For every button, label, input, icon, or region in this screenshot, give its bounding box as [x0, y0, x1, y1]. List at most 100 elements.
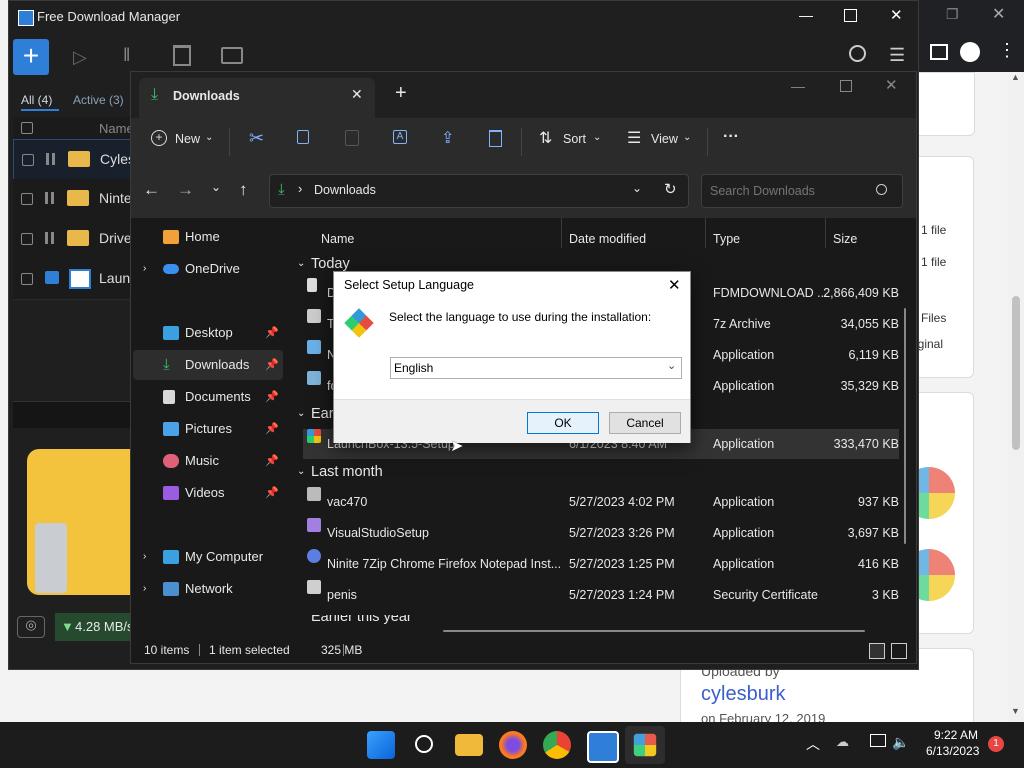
- cut-icon[interactable]: ✂: [249, 128, 264, 149]
- vertical-scrollbar[interactable]: [904, 308, 906, 544]
- scrollbar-thumb[interactable]: [1012, 296, 1020, 450]
- tab-downloads[interactable]: ⤓ Downloads ✕: [139, 78, 375, 118]
- column-size[interactable]: Size: [833, 232, 857, 246]
- volume-icon[interactable]: 🔈: [892, 734, 909, 751]
- sort-button[interactable]: Sort: [563, 132, 586, 146]
- forward-icon[interactable]: →: [177, 180, 194, 200]
- file-row[interactable]: Ninite 7Zip Chrome Firefox Notepad Inst.…: [303, 549, 899, 579]
- new-tab-icon[interactable]: +: [395, 82, 407, 105]
- group-header-last-month[interactable]: Last month: [311, 464, 383, 480]
- nav-item-onedrive[interactable]: › OneDrive: [133, 254, 283, 284]
- collapse-chevron-icon[interactable]: ⌄: [297, 258, 305, 269]
- close-icon[interactable]: ✕: [668, 276, 681, 294]
- pin-icon[interactable]: 📌: [265, 382, 279, 412]
- add-download-button[interactable]: +: [13, 39, 49, 75]
- group-header-earlier-year[interactable]: Earlier this year: [311, 615, 412, 625]
- view-button[interactable]: View: [651, 132, 678, 146]
- tiles-view-icon[interactable]: [891, 643, 907, 659]
- row-checkbox[interactable]: [21, 193, 33, 205]
- speed-mode-icon[interactable]: ◎: [17, 616, 45, 638]
- move-icon[interactable]: [221, 47, 243, 64]
- notification-badge[interactable]: 1: [988, 736, 1004, 752]
- search-box[interactable]: [701, 174, 903, 208]
- file-row[interactable]: VisualStudioSetup 5/27/2023 3:26 PM Appl…: [303, 518, 899, 548]
- ok-button[interactable]: OK: [527, 412, 599, 434]
- pin-icon[interactable]: 📌: [265, 318, 279, 348]
- chrome-icon[interactable]: [543, 731, 571, 759]
- address-bar[interactable]: ⤓ › Downloads ⌄ ↻: [269, 174, 689, 208]
- recent-chevron-icon[interactable]: ⌄: [211, 180, 221, 194]
- expand-chevron-icon[interactable]: ›: [143, 574, 146, 604]
- pin-icon[interactable]: 📌: [265, 478, 279, 508]
- nav-item-mycomputer[interactable]: › My Computer: [133, 542, 283, 572]
- search-icon[interactable]: [876, 184, 887, 195]
- start-windows-icon[interactable]: [367, 731, 395, 759]
- nav-item-pictures[interactable]: Pictures 📌: [133, 414, 283, 444]
- menu-icon[interactable]: ☰: [889, 45, 905, 66]
- download-row[interactable]: Ninte: [13, 179, 135, 220]
- pause-icon[interactable]: [45, 192, 48, 204]
- collapse-chevron-icon[interactable]: ⌄: [297, 408, 305, 419]
- maximize-icon[interactable]: [840, 80, 852, 92]
- column-name[interactable]: Name: [321, 232, 354, 246]
- breadcrumb[interactable]: Downloads: [314, 183, 376, 197]
- clock-date[interactable]: 6/13/2023: [926, 744, 979, 758]
- nav-item-downloads[interactable]: ⤓ Downloads 📌: [133, 350, 283, 380]
- rename-icon[interactable]: A: [393, 130, 407, 144]
- delete-icon[interactable]: [489, 130, 502, 147]
- search-icon[interactable]: [411, 731, 439, 759]
- back-icon[interactable]: ←: [143, 180, 160, 200]
- nav-item-desktop[interactable]: Desktop 📌: [133, 318, 283, 348]
- search-input[interactable]: [708, 180, 872, 202]
- column-name[interactable]: Name: [99, 121, 134, 136]
- collapse-chevron-icon[interactable]: ⌄: [297, 466, 305, 477]
- tray-overflow-icon[interactable]: ︿: [806, 734, 820, 754]
- close-icon[interactable]: ✕: [885, 76, 898, 94]
- column-date[interactable]: Date modified: [569, 232, 646, 246]
- row-checkbox[interactable]: [21, 233, 33, 245]
- more-options-button[interactable]: ···: [723, 128, 739, 146]
- file-explorer-icon[interactable]: [455, 734, 483, 756]
- firefox-icon[interactable]: [499, 731, 527, 759]
- pause-icon[interactable]: [45, 232, 48, 244]
- fdm-taskbar-icon[interactable]: [587, 731, 619, 763]
- nav-item-music[interactable]: Music 📌: [133, 446, 283, 476]
- pause-icon[interactable]: [46, 153, 49, 165]
- scrollbar[interactable]: ▲ ▼: [1008, 72, 1024, 722]
- uploader-link[interactable]: cylesburk: [701, 683, 785, 706]
- download-row[interactable]: Drive: [13, 219, 135, 260]
- details-view-icon[interactable]: [869, 643, 885, 659]
- share-icon[interactable]: ⇪: [441, 128, 454, 148]
- scroll-up-icon[interactable]: ▲: [1011, 72, 1020, 82]
- copy-icon[interactable]: [297, 130, 309, 144]
- new-button[interactable]: New: [175, 132, 200, 146]
- maximize-icon[interactable]: [844, 9, 857, 22]
- group-header-today[interactable]: Today: [311, 256, 350, 272]
- restore-icon[interactable]: ❐: [946, 6, 959, 23]
- minimize-icon[interactable]: —: [791, 78, 805, 94]
- minimize-icon[interactable]: —: [799, 7, 813, 23]
- nav-item-documents[interactable]: Documents 📌: [133, 382, 283, 412]
- select-all-checkbox[interactable]: [21, 122, 33, 134]
- clock-time[interactable]: 9:22 AM: [934, 728, 978, 742]
- horizontal-scrollbar[interactable]: [443, 630, 865, 632]
- sidebar-icon[interactable]: [930, 44, 948, 60]
- delete-icon[interactable]: [173, 45, 191, 66]
- chevron-down-icon[interactable]: ⌄: [632, 181, 642, 195]
- column-type[interactable]: Type: [713, 232, 740, 246]
- cancel-button[interactable]: Cancel: [609, 412, 681, 434]
- pause-all-icon[interactable]: ‖: [123, 45, 130, 66]
- download-row[interactable]: Cyles: [13, 139, 137, 181]
- close-icon[interactable]: ✕: [992, 4, 1005, 24]
- nav-item-network[interactable]: › Network: [133, 574, 283, 604]
- filter-all-tab[interactable]: All (4): [21, 93, 52, 107]
- expand-chevron-icon[interactable]: ›: [143, 254, 146, 284]
- network-tray-icon[interactable]: [870, 734, 886, 747]
- filter-active-tab[interactable]: Active (3): [73, 93, 124, 107]
- nav-item-home[interactable]: Home: [133, 222, 283, 252]
- download-row[interactable]: Launc: [13, 259, 137, 300]
- close-icon[interactable]: ✕: [890, 6, 903, 24]
- cloud-tray-icon[interactable]: ☁: [836, 734, 849, 750]
- scroll-down-icon[interactable]: ▼: [1011, 706, 1020, 716]
- close-tab-icon[interactable]: ✕: [351, 86, 363, 103]
